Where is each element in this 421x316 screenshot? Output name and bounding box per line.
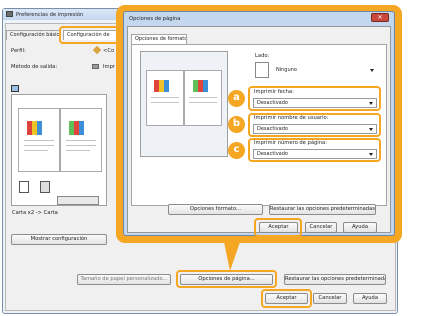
- imprimir-usuario-label: Imprimir nombre de usuario:: [254, 115, 329, 121]
- imprimir-usuario-select[interactable]: Desactivado: [253, 124, 377, 134]
- lado-label: Lado:: [255, 53, 270, 59]
- preview-text-line: [151, 97, 179, 98]
- lado-select[interactable]: Ninguno: [273, 66, 377, 77]
- perfil-label: Perfil:: [11, 48, 26, 54]
- badge-b: b: [228, 116, 245, 133]
- preview-text-line: [151, 102, 179, 103]
- preview-text-line: [24, 140, 54, 141]
- main-window-title: Preferencias de impresión: [16, 12, 84, 18]
- imprimir-numero-select[interactable]: Desactivado: [253, 149, 377, 159]
- preview-text-line: [189, 97, 217, 98]
- page-order-icon: [19, 181, 29, 193]
- tab-highlight: [59, 26, 119, 44]
- preview-text-line: [66, 150, 90, 151]
- preview-caption: Carta x2 -> Carta: [12, 210, 58, 216]
- aceptar-dialog-highlight: [254, 218, 302, 237]
- preview-book: [18, 108, 102, 172]
- preview-bar: [164, 80, 169, 92]
- aceptar-main-highlight: [261, 289, 312, 308]
- preview-text-line: [24, 145, 54, 146]
- cancelar-main-button[interactable]: Cancelar: [313, 293, 347, 304]
- badge-c: c: [228, 142, 245, 159]
- tab-configuracion-basica[interactable]: Configuración básica: [6, 30, 60, 40]
- chevron-down-icon: [369, 102, 373, 105]
- preview-bar: [79, 121, 84, 135]
- stack-icon: [40, 181, 50, 193]
- preview-text-line: [24, 150, 48, 151]
- metodo-salida-value[interactable]: Impr: [103, 64, 115, 70]
- imprimir-numero-label: Imprimir número de página:: [254, 140, 327, 146]
- lado-icon: [255, 62, 269, 78]
- preview-text-line: [189, 102, 217, 103]
- dialog-page-right: [184, 70, 222, 126]
- restaurar-dialog-button[interactable]: Restaurar las opciones predeterminadas: [269, 204, 376, 215]
- chevron-down-icon: [370, 69, 374, 72]
- output-printer-icon: [92, 64, 99, 69]
- layout-icon[interactable]: [11, 85, 19, 92]
- lado-select-value: Ninguno: [276, 67, 297, 73]
- imprimir-fecha-select[interactable]: Desactivado: [253, 98, 377, 108]
- preview-text-line: [66, 145, 96, 146]
- imprimir-fecha-value: Desactivado: [257, 100, 288, 106]
- close-icon: ✕: [377, 14, 383, 21]
- printer-icon: [6, 11, 13, 17]
- preview-bar: [203, 80, 208, 92]
- badge-a: a: [228, 90, 245, 107]
- tamano-papel-button[interactable]: Tamaño de papel personalizado...: [77, 274, 171, 285]
- opciones-pagina-highlight: [176, 270, 277, 288]
- ayuda-dialog-button[interactable]: Ayuda: [343, 222, 377, 233]
- preview-text-line: [66, 140, 96, 141]
- metodo-salida-label: Método de salida:: [11, 64, 58, 70]
- restaurar-main-button[interactable]: Restaurar las opciones predeterminadas: [284, 274, 386, 285]
- dialog-title: Opciones de página: [129, 16, 181, 22]
- imprimir-numero-value: Desactivado: [257, 151, 288, 157]
- finishing-icons: [57, 196, 99, 205]
- chevron-down-icon: [369, 153, 373, 156]
- dialog-preview-book: [146, 70, 222, 126]
- perfil-value[interactable]: <Co: [103, 48, 114, 54]
- imprimir-usuario-value: Desactivado: [257, 126, 288, 132]
- dialog-page-left: [146, 70, 184, 126]
- close-button[interactable]: ✕: [371, 13, 389, 22]
- mostrar-configuracion-button[interactable]: Mostrar configuración: [11, 234, 107, 245]
- cancelar-dialog-button[interactable]: Cancelar: [305, 222, 337, 233]
- ayuda-main-button[interactable]: Ayuda: [353, 293, 387, 304]
- preview-bar: [37, 121, 42, 135]
- callout-tail: [224, 242, 240, 271]
- chevron-down-icon: [369, 128, 373, 131]
- imprimir-fecha-label: Imprimir fecha:: [254, 89, 294, 95]
- opciones-formato-button[interactable]: Opciones formato...: [168, 204, 263, 215]
